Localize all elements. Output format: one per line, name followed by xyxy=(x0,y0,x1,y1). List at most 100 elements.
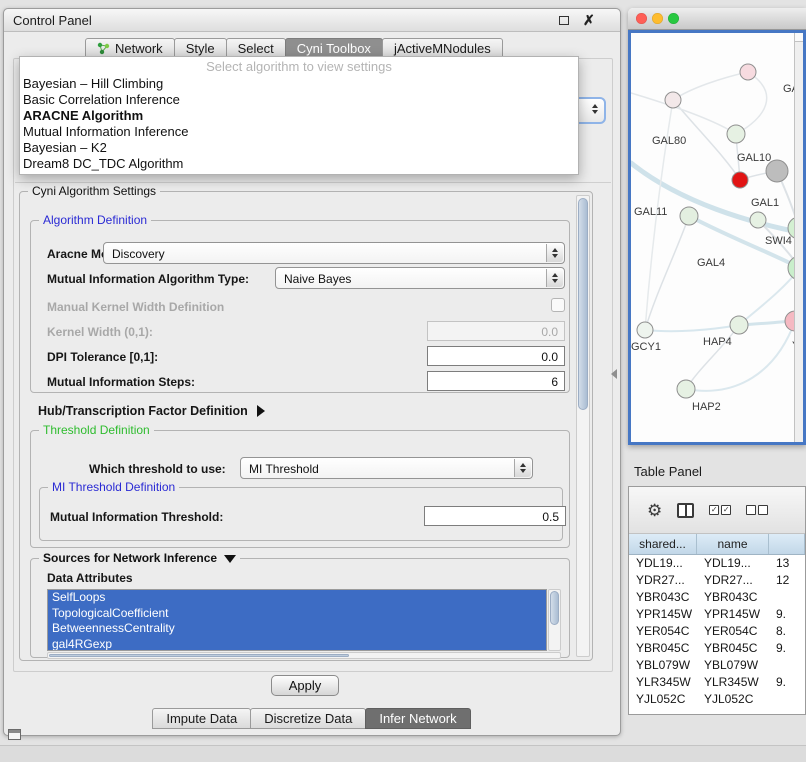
table-cell: YPR145W xyxy=(629,606,697,623)
data-attribute-item[interactable]: TopologicalCoefficient xyxy=(48,606,546,622)
window-title: Control Panel xyxy=(13,13,92,28)
network-node[interactable] xyxy=(750,212,766,228)
group-title: Threshold Definition xyxy=(39,423,154,437)
group-title: Algorithm Definition xyxy=(39,213,151,227)
checked-box-icon: ✓ xyxy=(709,505,719,515)
table-row[interactable]: YER054CYER054C8. xyxy=(629,623,805,640)
algorithm-option[interactable]: Mutual Information Inference xyxy=(20,124,578,140)
combo-value: Naive Bayes xyxy=(284,272,351,286)
zoom-light-icon[interactable] xyxy=(668,13,679,24)
table-row[interactable]: YBR045CYBR045C9. xyxy=(629,640,805,657)
minimize-light-icon[interactable] xyxy=(652,13,663,24)
table-row[interactable]: YDL19...YDL19...13 xyxy=(629,555,805,572)
table-row[interactable]: YBL079WYBL079W xyxy=(629,657,805,674)
scrollbar-arrow[interactable] xyxy=(795,33,803,42)
columns-icon[interactable] xyxy=(677,503,694,518)
network-node[interactable] xyxy=(730,316,748,334)
network-node[interactable] xyxy=(665,92,681,108)
dpi-tolerance-field[interactable]: 0.0 xyxy=(427,346,565,366)
network-node[interactable] xyxy=(727,125,745,143)
sources-title: Sources for Network Inference xyxy=(43,551,217,565)
algorithm-option[interactable]: ARACNE Algorithm xyxy=(20,108,578,124)
select-all-icon[interactable]: ✓ ✓ xyxy=(709,505,731,515)
scrollbar-thumb[interactable] xyxy=(550,591,559,625)
scrollbar-thumb[interactable] xyxy=(49,654,349,657)
checked-box-icon: ✓ xyxy=(721,505,731,515)
divider xyxy=(15,182,611,183)
expand-down-icon xyxy=(224,555,236,563)
table-cell: 13 xyxy=(769,555,805,572)
sources-toggle[interactable]: Sources for Network Inference xyxy=(39,551,240,565)
manual-kernel-label: Manual Kernel Width Definition xyxy=(47,300,224,314)
network-node[interactable] xyxy=(680,207,698,225)
table-row[interactable]: YDR27...YDR27...12 xyxy=(629,572,805,589)
mi-type-combo[interactable]: Naive Bayes xyxy=(275,267,565,289)
table-row[interactable]: YLR345WYLR345W9. xyxy=(629,674,805,691)
mi-steps-field[interactable]: 6 xyxy=(427,371,565,391)
table-cell: YBL079W xyxy=(629,657,697,674)
unchecked-box-icon xyxy=(746,505,756,515)
hub-section-toggle[interactable]: Hub/Transcription Factor Definition xyxy=(38,404,265,418)
data-attribute-item[interactable]: SelfLoops xyxy=(48,590,546,606)
column-header[interactable] xyxy=(769,534,805,554)
data-attributes-list[interactable]: SelfLoopsTopologicalCoefficientBetweenne… xyxy=(47,589,547,651)
table-row[interactable]: YBR043CYBR043C xyxy=(629,589,805,606)
table-cell: 12 xyxy=(769,572,805,589)
kernel-width-field[interactable]: 0.0 xyxy=(427,321,565,341)
table-row[interactable]: YJL052CYJL052C xyxy=(629,691,805,708)
algorithm-option[interactable]: Dream8 DC_TDC Algorithm xyxy=(20,156,578,172)
control-panel-titlebar[interactable]: Control Panel ✗ xyxy=(4,9,620,32)
tab-impute-data[interactable]: Impute Data xyxy=(152,708,251,729)
network-vertical-scrollbar[interactable] xyxy=(794,33,803,442)
combo-arrows-icon xyxy=(546,244,563,262)
table-header: shared...name xyxy=(629,534,805,555)
algorithm-option[interactable]: Bayesian – K2 xyxy=(20,140,578,156)
mi-threshold-label: Mutual Information Threshold: xyxy=(50,510,223,524)
mi-type-label: Mutual Information Algorithm Type: xyxy=(47,272,249,286)
column-header[interactable]: name xyxy=(697,534,769,554)
table-cell: 9. xyxy=(769,674,805,691)
table-cell: YLR345W xyxy=(629,674,697,691)
list-horizontal-scrollbar[interactable] xyxy=(47,652,561,659)
data-attribute-item[interactable]: BetweennessCentrality xyxy=(48,621,546,637)
tab-label: Cyni Toolbox xyxy=(297,41,371,56)
gear-icon[interactable]: ⚙ xyxy=(647,502,662,519)
table-row[interactable]: YPR145WYPR145W9. xyxy=(629,606,805,623)
data-attribute-item[interactable]: gal4RGexp xyxy=(48,637,546,652)
list-vertical-scrollbar[interactable] xyxy=(548,589,561,651)
network-node[interactable] xyxy=(732,172,748,188)
algorithm-option[interactable]: Basic Correlation Inference xyxy=(20,92,578,108)
apply-button[interactable]: Apply xyxy=(271,675,339,696)
data-attributes-label: Data Attributes xyxy=(47,571,133,585)
aracne-mode-combo[interactable]: Discovery xyxy=(103,242,565,264)
network-edge xyxy=(686,325,739,389)
deselect-all-icon[interactable] xyxy=(746,505,768,515)
close-light-icon[interactable] xyxy=(636,13,647,24)
network-node[interactable] xyxy=(637,322,653,338)
tab-discretize-data[interactable]: Discretize Data xyxy=(250,708,366,729)
network-canvas[interactable]: GALGAL80GAL10GAL11GAL1SWI4GAL4GCY1HAP4YH… xyxy=(631,33,803,442)
status-bar xyxy=(0,745,806,762)
table-cell: YBL079W xyxy=(697,657,769,674)
network-window-titlebar[interactable] xyxy=(628,8,806,30)
node-label: GAL80 xyxy=(652,135,686,147)
mi-threshold-field[interactable]: 0.5 xyxy=(424,506,566,526)
panel-toggle-icon[interactable] xyxy=(8,729,21,740)
sources-group: Sources for Network Inference Data Attri… xyxy=(30,558,570,658)
tab-infer-network[interactable]: Infer Network xyxy=(365,708,470,729)
algorithm-option[interactable]: Bayesian – Hill Climbing xyxy=(20,76,578,92)
node-label: GCY1 xyxy=(631,341,661,353)
which-threshold-label: Which threshold to use: xyxy=(89,462,226,476)
table-cell: 8. xyxy=(769,623,805,640)
manual-kernel-checkbox[interactable] xyxy=(551,298,565,312)
settings-scrollbar[interactable] xyxy=(576,195,590,657)
network-view[interactable]: GALGAL80GAL10GAL11GAL1SWI4GAL4GCY1HAP4YH… xyxy=(628,30,806,445)
scrollbar-thumb[interactable] xyxy=(578,198,588,410)
network-node[interactable] xyxy=(677,380,695,398)
float-window-icon[interactable] xyxy=(559,16,569,25)
column-header[interactable]: shared... xyxy=(629,534,697,554)
close-icon[interactable]: ✗ xyxy=(583,12,595,29)
network-node[interactable] xyxy=(740,64,756,80)
panel-collapse-arrow-icon[interactable] xyxy=(611,369,617,379)
which-threshold-combo[interactable]: MI Threshold xyxy=(240,457,533,479)
